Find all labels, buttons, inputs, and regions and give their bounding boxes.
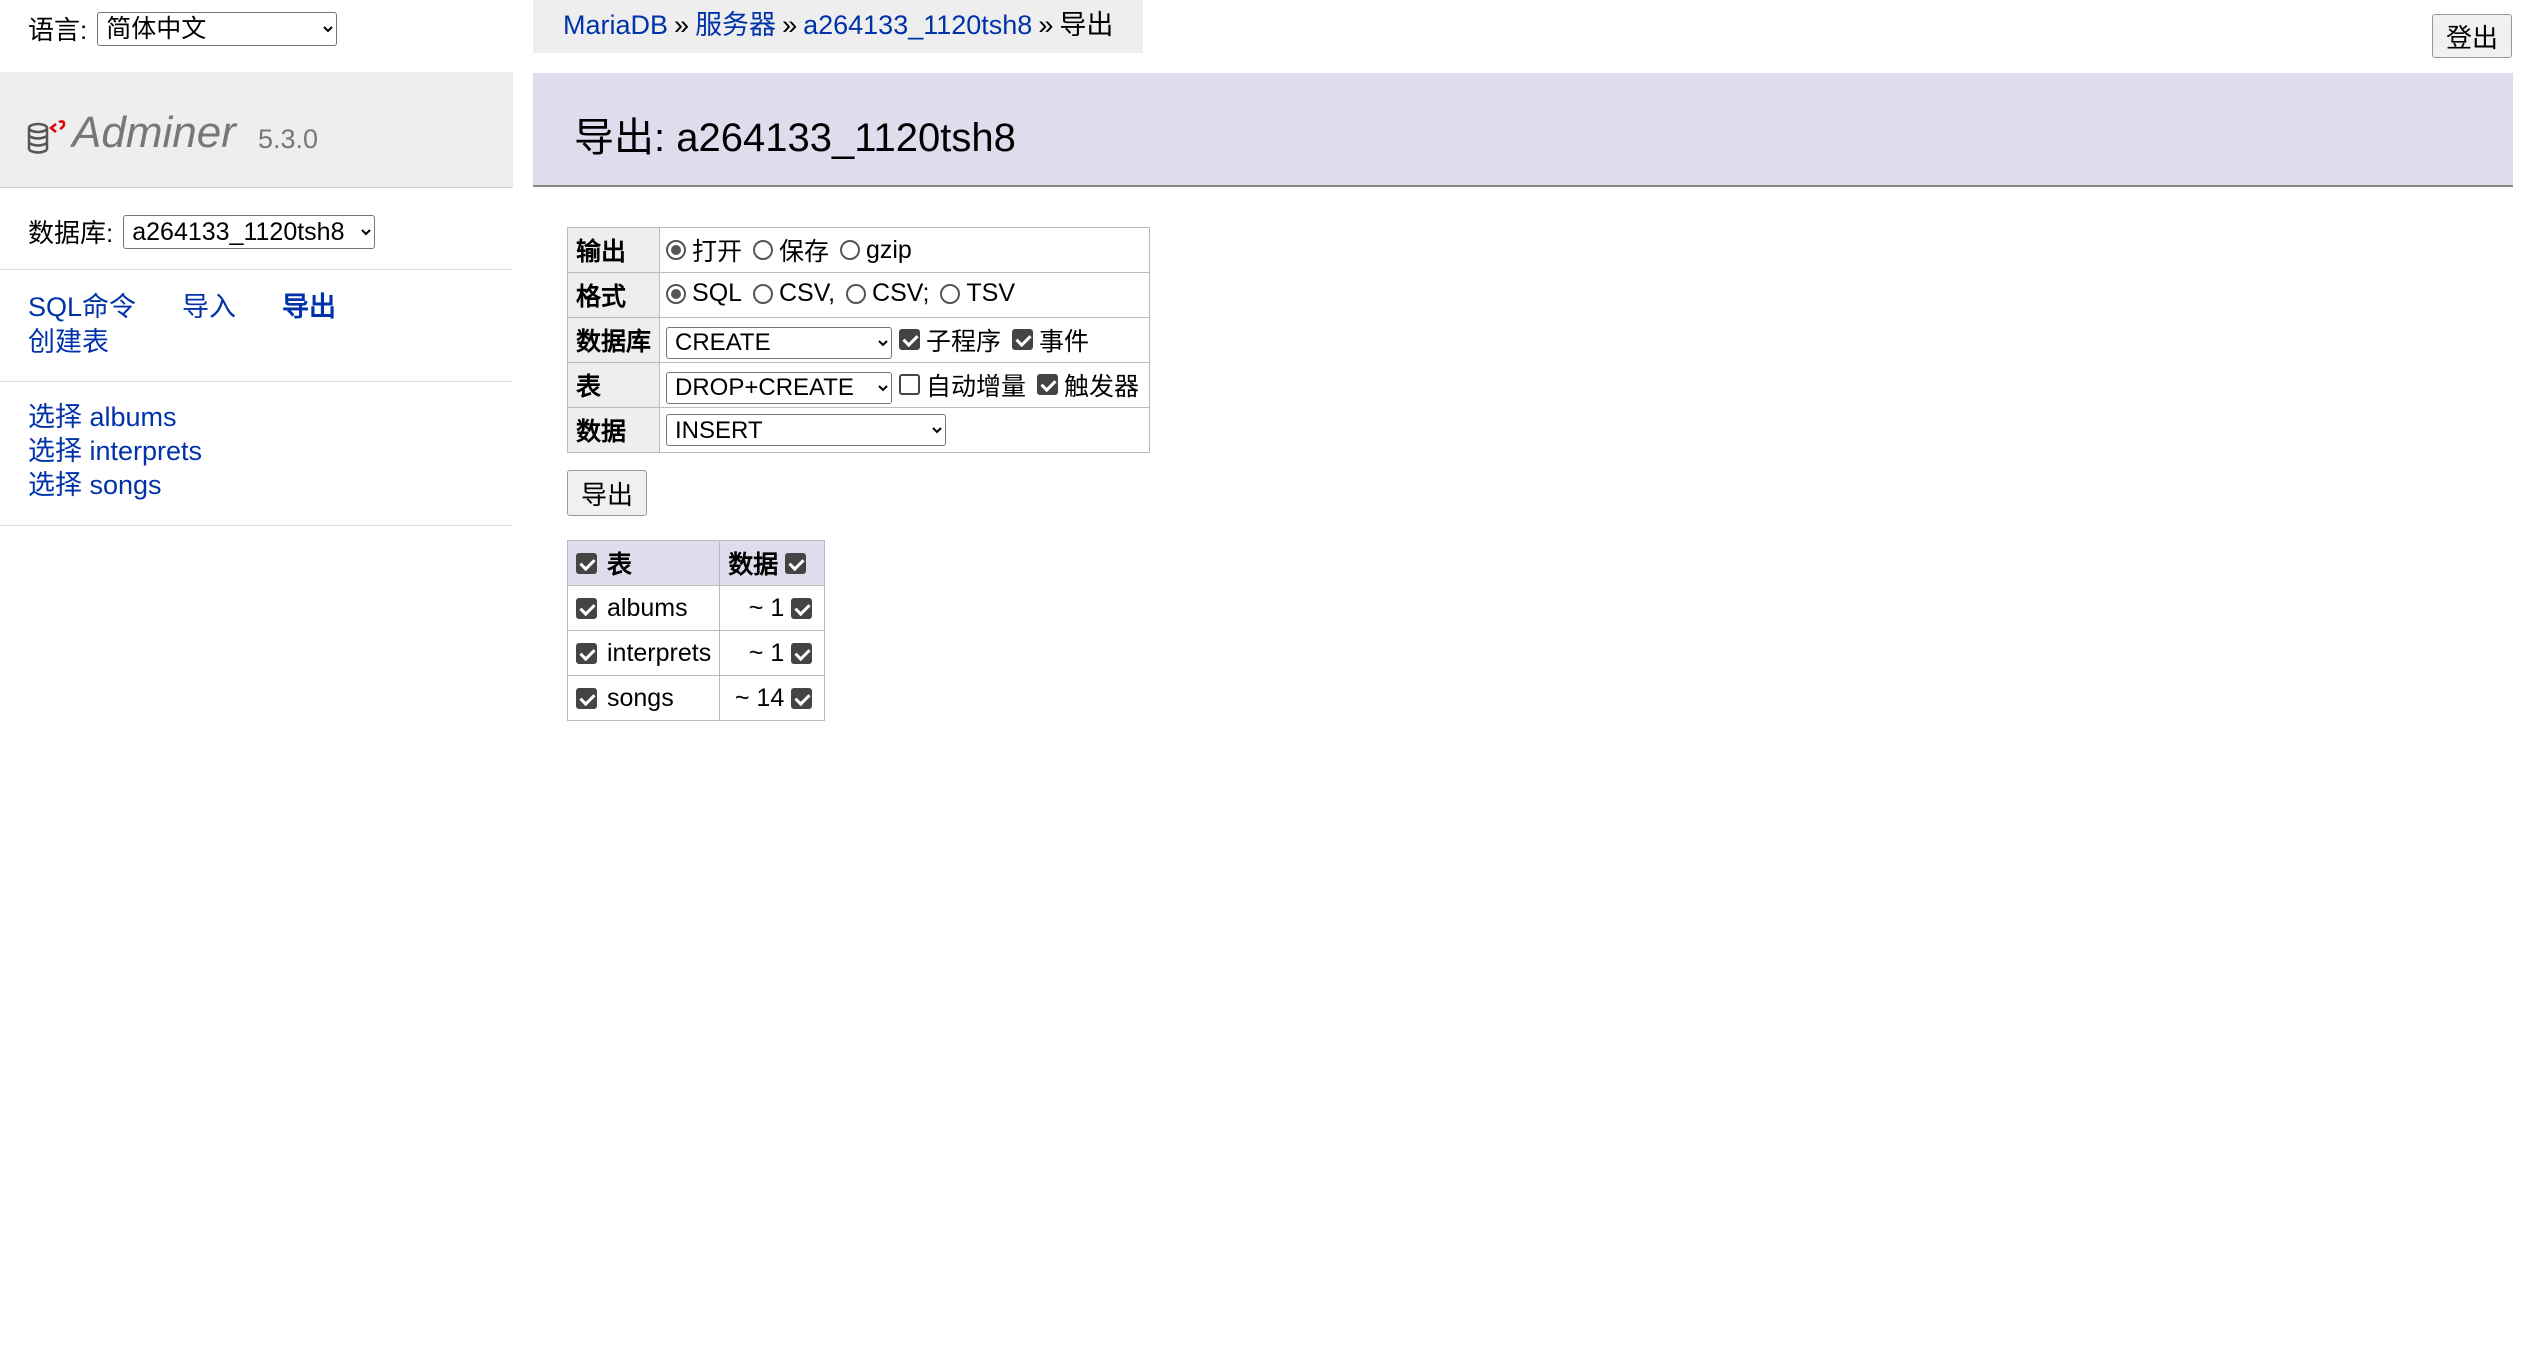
page-title: 导出: a264133_1120tsh8 [574, 116, 1016, 160]
export-button[interactable]: 导出 [567, 470, 647, 516]
sidebar: 语言: 简体中文 Adminer 5.3.0 数据库: a264133_1120… [0, 0, 513, 1366]
output-open-radio[interactable]: 打开 [666, 232, 742, 268]
data-checkbox[interactable] [791, 642, 813, 664]
events-checkbox[interactable]: 事件 [1011, 322, 1089, 358]
output-save-radio[interactable]: 保存 [752, 232, 829, 268]
table-name: albums [607, 593, 688, 622]
logout-button[interactable]: 登出 [2432, 14, 2512, 58]
table-name: interprets [607, 638, 712, 667]
breadcrumb: MariaDB» 服务器» a264133_1120tsh8» 导出 [533, 0, 1144, 53]
import-link[interactable]: 导入 [182, 290, 236, 325]
format-row: 格式 SQL CSV, CSV; TSV [566, 272, 1150, 318]
format-label: 格式 [566, 272, 661, 318]
output-label: 输出 [566, 227, 661, 273]
breadcrumb-current: 导出 [1059, 10, 1114, 40]
select-table-link[interactable]: 选择 interprets [28, 436, 202, 466]
divider [0, 525, 513, 526]
database-icon [27, 120, 66, 154]
auto-increment-checkbox[interactable]: 自动增量 [898, 367, 1026, 403]
format-tsv-radio[interactable]: TSV [940, 279, 1015, 308]
table-name: songs [607, 683, 674, 712]
language-select[interactable]: 简体中文 [97, 11, 338, 46]
output-gzip-radio[interactable]: gzip [839, 236, 912, 265]
output-row: 输出 打开 保存 gzip [566, 227, 1150, 273]
database-option-row: 数据库 CREATE 子程序 事件 [566, 317, 1150, 363]
app-name[interactable]: Adminer [72, 108, 236, 158]
divider [0, 381, 513, 382]
select-all-tables-checkbox[interactable] [576, 552, 603, 574]
table-checkbox[interactable] [576, 597, 603, 619]
data-option-label: 数据 [566, 407, 661, 453]
row-count: ~ 14 [734, 683, 785, 712]
tables-header-row: 表 数据 [566, 540, 826, 586]
row-count: ~ 1 [748, 638, 785, 667]
routines-checkbox[interactable]: 子程序 [898, 322, 1001, 358]
language-switcher: 语言: 简体中文 [28, 10, 338, 47]
tables-selection-table: 表 数据 albums ~ 1 interprets ~ 1 songs ~ 1… [566, 540, 826, 721]
export-link-active[interactable]: 导出 [282, 290, 336, 325]
sql-command-link[interactable]: SQL命令 [28, 290, 136, 325]
language-label: 语言: [28, 15, 88, 45]
select-all-data-checkbox[interactable] [785, 552, 812, 574]
table-option-label: 表 [566, 362, 661, 408]
breadcrumb-server[interactable]: 服务器 [695, 10, 776, 40]
data-style-select[interactable]: INSERT [666, 414, 947, 446]
database-style-select[interactable]: CREATE [666, 326, 893, 359]
data-option-row: 数据 INSERT [566, 407, 1150, 453]
table-row: interprets ~ 1 [566, 630, 826, 676]
table-list: 选择 albums 选择 interprets 选择 songs [28, 400, 202, 502]
data-checkbox[interactable] [791, 687, 813, 709]
table-row: albums ~ 1 [566, 585, 826, 631]
table-row: songs ~ 14 [566, 675, 826, 721]
tables-header-label: 表 [607, 551, 633, 579]
data-checkbox[interactable] [791, 597, 813, 619]
table-style-select[interactable]: DROP+CREATE [666, 371, 893, 404]
database-switcher: 数据库: a264133_1120tsh8 [28, 213, 376, 250]
format-sql-radio[interactable]: SQL [666, 279, 742, 308]
select-table-link[interactable]: 选择 songs [28, 470, 162, 500]
title-bar: 导出: a264133_1120tsh8 [533, 73, 2513, 187]
database-label: 数据库: [28, 218, 114, 248]
breadcrumb-server-type[interactable]: MariaDB [563, 10, 668, 40]
table-checkbox[interactable] [576, 687, 603, 709]
breadcrumb-database[interactable]: a264133_1120tsh8 [803, 10, 1032, 40]
select-table-link[interactable]: 选择 albums [28, 402, 177, 432]
menu-links: SQL命令 导入 导出 创建表 [28, 290, 336, 360]
divider [0, 269, 513, 270]
database-option-label: 数据库 [566, 317, 661, 363]
row-count: ~ 1 [748, 593, 785, 622]
data-header-label: 数据 [728, 551, 779, 579]
table-checkbox[interactable] [576, 642, 603, 664]
format-csv-semicolon-radio[interactable]: CSV; [846, 279, 929, 308]
triggers-checkbox[interactable]: 触发器 [1036, 367, 1139, 403]
database-select[interactable]: a264133_1120tsh8 [123, 214, 376, 249]
table-option-row: 表 DROP+CREATE 自动增量 触发器 [566, 362, 1150, 408]
brand-header: Adminer 5.3.0 [0, 72, 513, 188]
export-options-table: 输出 打开 保存 gzip 格式 SQL CSV, CSV; TSV 数据库 C… [566, 227, 1150, 453]
app-version: 5.3.0 [258, 124, 319, 154]
create-table-link[interactable]: 创建表 [28, 327, 109, 357]
format-csv-comma-radio[interactable]: CSV, [753, 279, 835, 308]
